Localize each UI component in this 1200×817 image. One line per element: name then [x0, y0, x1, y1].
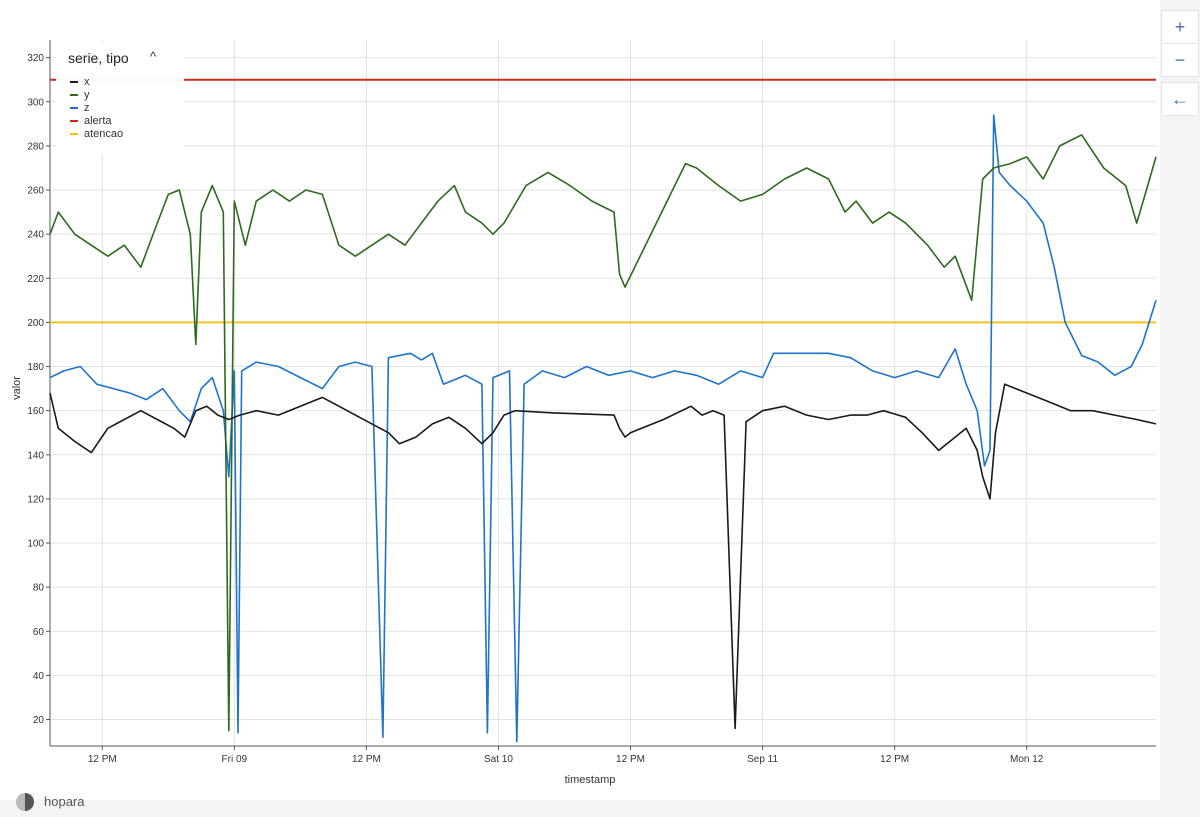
zoom-out-button[interactable]: − [1161, 43, 1199, 77]
x-tick-label: Mon 12 [1010, 754, 1044, 765]
y-axis-label: valor [11, 376, 23, 400]
legend-title: serie, tipo [68, 50, 129, 66]
x-tick-label: 12 PM [88, 754, 117, 765]
app-frame: 20 40 60 80 100 120 140 160 180 200 220 240 260 280 30… [0, 0, 1200, 817]
y-tick-label: 20 [33, 715, 45, 726]
legend-label: alerta [84, 115, 112, 127]
x-tick-label: 12 PM [616, 754, 645, 765]
y-tick-label: 240 [27, 230, 44, 241]
legend-swatch [70, 133, 78, 136]
y-tick-label: 320 [27, 53, 44, 64]
legend-item-y[interactable]: y [70, 89, 90, 102]
y-axis-ticks: 20 40 60 80 100 120 140 160 180 200 220 240 260 280 30… [27, 53, 50, 726]
y-tick-label: 180 [27, 362, 44, 373]
x-axis-ticks: 12 PM Fri 09 12 PM Sat 10 12 PM Sep 11 12 PM Mo… [88, 746, 1044, 765]
legend-item-atencao[interactable]: atencao [70, 128, 123, 141]
x-axis-label: timestamp [565, 774, 616, 786]
legend-item-z[interactable]: z [70, 102, 90, 115]
legend: serie, tipo ^ x y z alerta atencao [56, 42, 184, 154]
x-tick-label: 12 PM [880, 754, 909, 765]
y-tick-label: 140 [27, 450, 44, 461]
x-tick-label: Sep 11 [747, 754, 778, 765]
legend-label: z [84, 102, 90, 114]
x-tick-label: Fri 09 [222, 754, 248, 765]
y-tick-label: 200 [27, 318, 44, 329]
y-tick-label: 100 [27, 539, 44, 550]
y-tick-label: 300 [27, 97, 44, 108]
y-tick-label: 80 [33, 583, 45, 594]
legend-swatch [70, 94, 78, 97]
y-tick-label: 160 [27, 406, 44, 417]
series-line-z [49, 114, 1157, 743]
legend-swatch [70, 81, 78, 84]
legend-item-alerta[interactable]: alerta [70, 115, 112, 128]
legend-swatch [70, 107, 78, 110]
x-tick-label: 12 PM [352, 754, 381, 765]
hopara-logo-icon [16, 793, 34, 811]
y-tick-label: 260 [27, 186, 44, 197]
chevron-up-icon[interactable]: ^ [150, 49, 156, 64]
y-tick-label: 220 [27, 274, 44, 285]
legend-label: atencao [84, 128, 124, 140]
legend-label: y [84, 89, 90, 101]
y-tick-label: 40 [33, 671, 45, 682]
y-tick-label: 280 [27, 141, 44, 152]
back-arrow-button[interactable]: ← [1161, 82, 1199, 116]
zoom-in-button[interactable]: + [1161, 10, 1199, 44]
legend-swatch [70, 120, 78, 123]
brand-name: hopara [44, 794, 85, 809]
legend-item-x[interactable]: x [70, 76, 90, 89]
legend-label: x [84, 76, 90, 88]
x-tick-label: Sat 10 [484, 754, 513, 765]
y-tick-label: 60 [33, 627, 45, 638]
y-tick-label: 120 [27, 494, 44, 505]
